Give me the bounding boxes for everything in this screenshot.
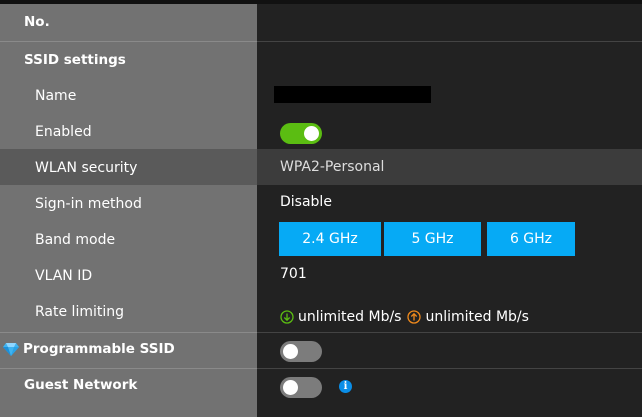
toggle-knob — [283, 380, 298, 395]
guest-network-label: Guest Network — [24, 377, 138, 393]
programmable-ssid-toggle[interactable] — [280, 341, 322, 362]
info-icon[interactable]: i — [339, 380, 352, 393]
enabled-label: Enabled — [35, 124, 92, 140]
ssid-name-value-redacted[interactable] — [274, 86, 431, 103]
band-2-4ghz-button[interactable]: 2.4 GHz — [279, 222, 381, 256]
toggle-knob — [304, 126, 319, 141]
programmable-ssid-label: Programmable SSID — [23, 341, 175, 357]
diamond-icon — [3, 343, 19, 356]
name-label: Name — [35, 88, 77, 104]
sign-in-method-value: Disable — [280, 194, 332, 210]
enabled-toggle[interactable] — [280, 123, 322, 144]
wlan-security-label: WLAN security — [35, 160, 138, 176]
guest-network-toggle[interactable] — [280, 377, 322, 398]
rate-limiting-value: unlimited Mb/s unlimited Mb/s — [280, 308, 529, 326]
separator — [0, 332, 257, 333]
ssid-settings-title: SSID settings — [24, 52, 126, 68]
wlan-security-value[interactable]: WPA2-Personal — [280, 158, 384, 176]
vlan-id-label: VLAN ID — [35, 268, 93, 284]
upload-rate: unlimited Mb/s — [425, 309, 529, 325]
band-6ghz-button[interactable]: 6 GHz — [487, 222, 575, 256]
separator — [0, 41, 257, 42]
separator — [0, 368, 257, 369]
band-5ghz-button[interactable]: 5 GHz — [384, 222, 481, 256]
download-rate: unlimited Mb/s — [298, 309, 402, 325]
no-header: No. — [24, 14, 50, 30]
ssid-settings-panel: No. SSID settings Name Enabled WLAN secu… — [0, 0, 642, 417]
vlan-id-value: 701 — [280, 266, 307, 282]
upload-arrow-icon — [407, 310, 422, 324]
separator — [257, 332, 642, 333]
sign-in-method-label: Sign-in method — [35, 196, 142, 212]
band-mode-label: Band mode — [35, 232, 116, 248]
rate-limiting-label: Rate limiting — [35, 304, 124, 320]
separator — [257, 368, 642, 369]
separator — [257, 41, 642, 42]
toggle-knob — [283, 344, 298, 359]
download-arrow-icon — [280, 310, 294, 324]
